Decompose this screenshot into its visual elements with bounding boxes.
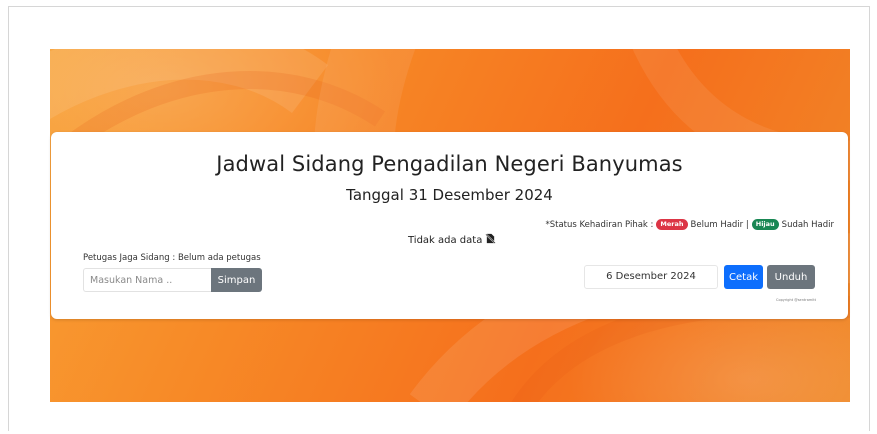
schedule-card: Jadwal Sidang Pengadilan Negeri Banyumas… (51, 132, 848, 319)
status-legend-prefix: *Status Kehadiran Pihak : (545, 219, 654, 230)
empty-table-message: Tidak ada data (408, 233, 496, 247)
status-badge-green: Hijau (751, 219, 779, 230)
status-green-text: Sudah Hadir (781, 219, 834, 230)
copyright-text: Copyright @sentramitt (776, 298, 816, 302)
status-legend: *Status Kehadiran Pihak : Merah Belum Ha… (545, 219, 834, 230)
file-slash-icon (485, 233, 496, 247)
petugas-label: Petugas Jaga Sidang : Belum ada petugas (83, 253, 261, 263)
status-red-text: Belum Hadir | (690, 219, 749, 230)
petugas-name-input[interactable] (83, 268, 211, 292)
page-title: Jadwal Sidang Pengadilan Negeri Banyumas (216, 152, 683, 176)
download-button[interactable]: Unduh (767, 265, 815, 289)
print-date-field[interactable]: 6 Desember 2024 (584, 265, 718, 289)
status-badge-red: Merah (656, 219, 688, 230)
print-button[interactable]: Cetak (724, 265, 763, 289)
print-date-value: 6 Desember 2024 (606, 271, 696, 282)
save-button[interactable]: Simpan (211, 268, 262, 292)
empty-table-text: Tidak ada data (408, 234, 483, 246)
schedule-date: Tanggal 31 Desember 2024 (346, 186, 553, 204)
